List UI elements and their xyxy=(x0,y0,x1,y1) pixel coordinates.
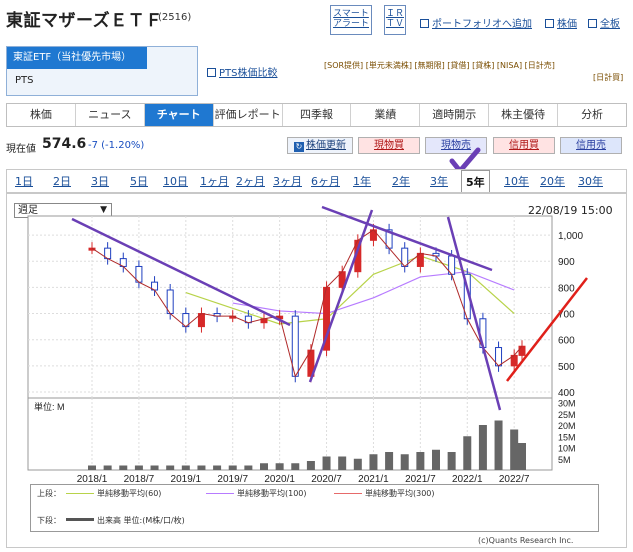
volume-bar xyxy=(432,449,440,470)
legend-ma60-label: 単純移動平均(60) xyxy=(97,489,162,498)
volume-bar xyxy=(291,463,300,470)
volume-bar xyxy=(369,454,378,470)
volume-panel xyxy=(27,397,553,471)
volume-bar xyxy=(213,465,222,470)
volume-unit-label: 単位: M xyxy=(34,401,65,412)
volume-bar xyxy=(385,452,394,470)
legend-ma100-label: 単純移動平均(100) xyxy=(237,489,307,498)
chart-legend: 上段： 単純移動平均(60) 単純移動平均(100) 単純移動平均(300) 下… xyxy=(30,484,599,532)
volume-bar xyxy=(88,465,96,470)
volume-bar xyxy=(463,436,472,470)
volume-bar xyxy=(353,458,362,470)
price-tick-label: 800 xyxy=(558,283,575,294)
legend-ma300: 単純移動平均(300) xyxy=(331,488,435,499)
volume-bar xyxy=(260,463,268,470)
volume-bar xyxy=(197,465,206,470)
volume-bar xyxy=(400,454,409,470)
legend-ma60: 単純移動平均(60) xyxy=(63,488,161,499)
candle-body xyxy=(518,345,526,356)
volume-bar xyxy=(244,465,253,470)
volume-bar xyxy=(119,465,128,470)
legend-ma100: 単純移動平均(100) xyxy=(203,488,307,499)
volume-bar xyxy=(306,461,315,470)
volume-bar xyxy=(181,465,190,470)
legend-volume-label: 出来高 単位:(M株/口/枚) xyxy=(97,516,185,525)
legend-upper-label: 上段： xyxy=(37,489,61,498)
price-tick-label: 1,000 xyxy=(558,231,583,242)
volume-tick-label: 5M xyxy=(558,455,571,465)
volume-bar xyxy=(166,465,175,470)
volume-bar xyxy=(150,465,159,470)
volume-bar xyxy=(518,443,526,470)
volume-bar xyxy=(494,420,503,470)
price-tick-label: 500 xyxy=(558,362,575,373)
volume-bar xyxy=(510,429,519,470)
volume-bar xyxy=(103,465,112,470)
price-tick-label: 900 xyxy=(558,257,575,268)
volume-bar xyxy=(322,456,331,470)
volume-bar xyxy=(228,465,237,470)
volume-bar xyxy=(447,452,456,470)
volume-bar xyxy=(478,425,487,470)
stock-chart: 1,0009008007006005004002018/1 2018/7 2019/… xyxy=(27,205,588,485)
price-tick-label: 400 xyxy=(558,388,575,399)
volume-tick-label: 30M xyxy=(558,399,576,409)
volume-tick-label: 25M xyxy=(558,410,576,420)
volume-bar xyxy=(338,456,347,470)
copyright: (c)Quants Research Inc. xyxy=(478,536,574,545)
volume-bar xyxy=(275,463,284,470)
volume-tick-label: 10M xyxy=(558,444,576,454)
volume-bar xyxy=(134,465,143,470)
volume-tick-label: 15M xyxy=(558,432,576,442)
price-tick-label: 600 xyxy=(558,336,575,347)
legend-volume: 出来高 単位:(M株/口/枚) xyxy=(63,515,185,526)
legend-lower-label: 下段： xyxy=(37,516,61,525)
volume-tick-label: 20M xyxy=(558,421,576,431)
legend-ma300-label: 単純移動平均(300) xyxy=(365,489,435,498)
volume-bar xyxy=(416,452,425,470)
